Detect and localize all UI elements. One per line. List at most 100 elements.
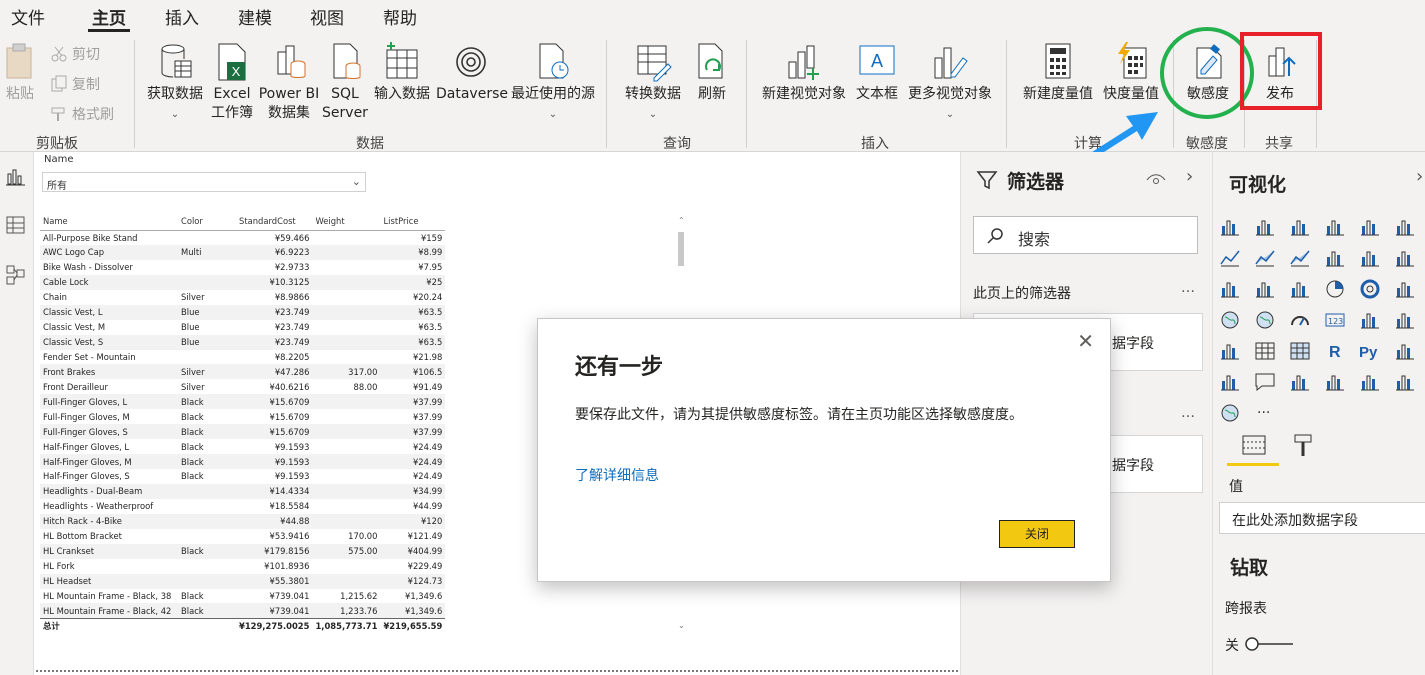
- card-icon[interactable]: 123: [1324, 309, 1346, 331]
- map-icon[interactable]: [1219, 309, 1241, 331]
- column-header[interactable]: Color: [178, 212, 236, 230]
- collapse-viz-chevron-icon[interactable]: ›: [1416, 166, 1423, 187]
- format-paintbrush-icon[interactable]: [1291, 432, 1319, 460]
- line-clustered-icon[interactable]: [1359, 247, 1381, 269]
- cut-button[interactable]: 剪切: [50, 44, 100, 64]
- key-influencers-icon[interactable]: [1394, 340, 1416, 362]
- close-icon[interactable]: ✕: [1077, 329, 1094, 353]
- 100-column-icon[interactable]: [1394, 216, 1416, 238]
- paginated-report-icon[interactable]: [1324, 371, 1346, 393]
- collapse-filters-chevron-icon[interactable]: ›: [1186, 166, 1193, 187]
- table-row: Headlights - Weatherproof ¥18.5584 ¥44.99: [40, 499, 445, 514]
- add-field-well[interactable]: 在此处添加数据字段: [1219, 502, 1425, 534]
- copy-button[interactable]: 复制: [50, 74, 100, 94]
- get-data-button[interactable]: 获取数据 ⌄: [143, 42, 207, 124]
- table-row: Hitch Rack - 4-Bike ¥44.88 ¥120: [40, 513, 446, 529]
- format-painter-button[interactable]: 格式刷: [50, 104, 114, 124]
- menu-file[interactable]: 文件: [11, 4, 45, 29]
- report-view-icon[interactable]: [5, 166, 27, 188]
- powerbi-dataset-button[interactable]: Power BI 数据集: [258, 42, 320, 123]
- slicer-value: 所有: [47, 181, 67, 192]
- report-filters-more-icon[interactable]: …: [1181, 405, 1195, 421]
- table-cell: ¥10.3125: [236, 274, 313, 290]
- excel-workbook-button[interactable]: X Excel 工作簿: [209, 42, 255, 123]
- table-cell: [312, 290, 380, 305]
- table-row: HL Mountain Frame - Black, 42 Black ¥739.0…: [40, 603, 446, 619]
- dialog-body: 要保存此文件，请为其提供敏感度标签。请在主页功能区选择敏感度度。: [575, 407, 1023, 423]
- filter-search-input[interactable]: 搜索: [973, 216, 1198, 254]
- model-view-icon[interactable]: [5, 264, 27, 286]
- stacked-bar-icon[interactable]: [1219, 216, 1241, 238]
- scatter-icon[interactable]: [1289, 278, 1311, 300]
- total-row: 总计 ¥129,275.0025 1,085,773.71 ¥219,655.59: [40, 617, 446, 634]
- dataverse-button[interactable]: Dataverse: [436, 42, 508, 104]
- filled-map-icon[interactable]: [1254, 309, 1276, 331]
- azure-map-icon[interactable]: [1219, 402, 1241, 424]
- learn-more-link[interactable]: 了解详细信息: [575, 465, 659, 485]
- more-visuals-icon[interactable]: ···: [1254, 402, 1276, 424]
- funnel-icon[interactable]: [1254, 278, 1276, 300]
- table-cell: ¥15.6709: [236, 394, 313, 410]
- column-header[interactable]: Name: [40, 212, 178, 230]
- stacked-area-icon[interactable]: [1289, 247, 1311, 269]
- menu-insert[interactable]: 插入: [165, 4, 199, 29]
- sql-server-button[interactable]: SQL Server: [322, 42, 368, 123]
- power-apps-icon[interactable]: [1359, 371, 1381, 393]
- enter-data-button[interactable]: 输入数据: [370, 42, 434, 104]
- menu-home[interactable]: 主页: [92, 4, 126, 29]
- slicer-icon[interactable]: [1219, 340, 1241, 362]
- column-header[interactable]: ListPrice: [380, 212, 445, 230]
- treemap-icon[interactable]: [1394, 278, 1416, 300]
- table-icon[interactable]: [1254, 340, 1276, 362]
- menu-view[interactable]: 视图: [310, 4, 344, 29]
- refresh-button[interactable]: 刷新: [692, 42, 732, 104]
- power-automate-icon[interactable]: [1394, 371, 1416, 393]
- area-chart-icon[interactable]: [1254, 247, 1276, 269]
- r-visual-icon[interactable]: R: [1324, 340, 1346, 362]
- fields-well-icon[interactable]: [1241, 432, 1269, 460]
- cross-report-toggle[interactable]: [1243, 635, 1295, 653]
- data-table: Name Color StandardCost Weight ListPrice All…: [40, 212, 446, 634]
- search-icon: [987, 228, 1003, 244]
- close-button[interactable]: 关闭: [999, 520, 1075, 548]
- paste-button[interactable]: 粘贴: [2, 42, 38, 104]
- menu-help[interactable]: 帮助: [383, 4, 417, 29]
- textbox-button[interactable]: A 文本框: [852, 42, 902, 104]
- slicer-dropdown[interactable]: 所有 ⌄: [42, 172, 366, 192]
- eye-icon[interactable]: [1145, 172, 1167, 188]
- table-cell: Black: [181, 590, 204, 601]
- multirow-card-icon[interactable]: [1359, 309, 1381, 331]
- gauge-icon[interactable]: [1289, 309, 1311, 331]
- column-header[interactable]: StandardCost: [236, 212, 312, 230]
- more-visuals-button[interactable]: 更多视觉对象 ⌄: [904, 42, 996, 124]
- narrative-icon[interactable]: [1289, 371, 1311, 393]
- data-view-icon[interactable]: [5, 214, 27, 236]
- waterfall-icon[interactable]: [1219, 278, 1241, 300]
- pie-icon[interactable]: [1324, 278, 1346, 300]
- python-visual-icon[interactable]: Py: [1359, 340, 1381, 362]
- new-measure-button[interactable]: 新建度量值: [1018, 42, 1098, 104]
- sensitivity-button[interactable]: 敏感度: [1180, 42, 1236, 104]
- new-visual-button[interactable]: 新建视觉对象: [757, 42, 851, 104]
- matrix-icon[interactable]: [1289, 340, 1311, 362]
- decomposition-tree-icon[interactable]: [1219, 371, 1241, 393]
- publish-button[interactable]: 发布: [1254, 42, 1306, 104]
- line-column-icon[interactable]: [1324, 247, 1346, 269]
- donut-icon[interactable]: [1359, 278, 1381, 300]
- clustered-column-icon[interactable]: [1324, 216, 1346, 238]
- menu-modeling[interactable]: 建模: [238, 4, 272, 29]
- svg-text:A: A: [871, 51, 883, 71]
- column-header[interactable]: Weight: [312, 212, 380, 230]
- ribbon-chart-icon[interactable]: [1394, 247, 1416, 269]
- total-cell: [178, 617, 236, 634]
- quick-measure-button[interactable]: 快度量值: [1099, 42, 1163, 104]
- clustered-bar-icon[interactable]: [1289, 216, 1311, 238]
- 100-bar-icon[interactable]: [1359, 216, 1381, 238]
- recent-sources-button[interactable]: 最近使用的源 ⌄: [507, 42, 599, 124]
- line-chart-icon[interactable]: [1219, 247, 1241, 269]
- stacked-column-icon[interactable]: [1254, 216, 1276, 238]
- page-filters-more-icon[interactable]: …: [1181, 280, 1195, 296]
- qa-icon[interactable]: [1254, 371, 1276, 393]
- transform-data-button[interactable]: 转换数据 ⌄: [620, 42, 686, 124]
- kpi-icon[interactable]: [1394, 309, 1416, 331]
